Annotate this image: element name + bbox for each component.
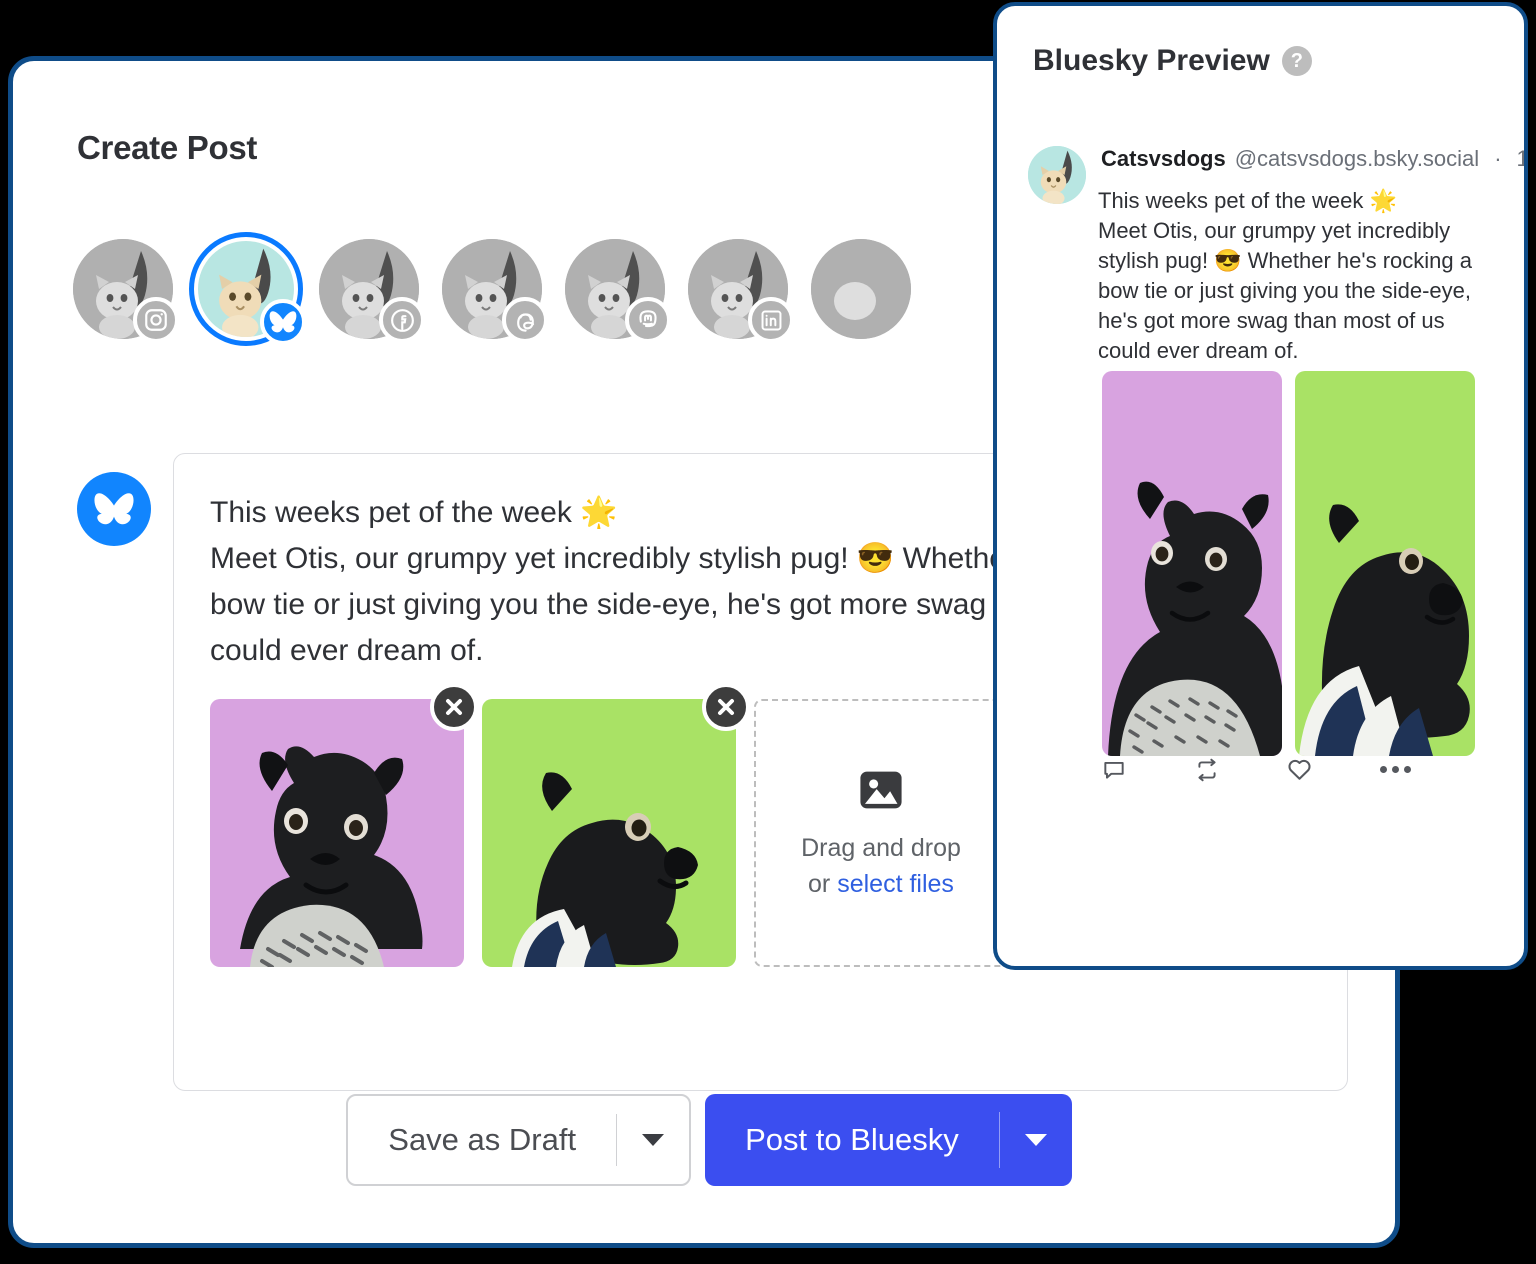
- screen: Create Post This weeks pet of the week 🌟…: [0, 0, 1536, 1264]
- help-icon[interactable]: ?: [1281, 46, 1312, 76]
- select-files-link[interactable]: select files: [837, 870, 954, 898]
- image-placeholder-icon: [860, 771, 902, 809]
- account-facebook[interactable]: [319, 239, 425, 343]
- bluesky-butterfly-icon: [260, 299, 306, 345]
- preview-media-grid: [1102, 371, 1475, 756]
- repost-icon[interactable]: [1194, 757, 1220, 783]
- chevron-down-icon: [642, 1134, 665, 1146]
- preview-title-row: Bluesky Preview ?: [1033, 44, 1312, 78]
- account-selector-row: [73, 232, 911, 346]
- cat-avatar-image: [1028, 146, 1086, 204]
- instagram-icon: [133, 297, 179, 343]
- account-mastodon[interactable]: [565, 239, 671, 343]
- threads-icon: [502, 297, 548, 343]
- chevron-down-icon: [1024, 1134, 1047, 1146]
- dropzone-text: Drag and drop or select files: [801, 830, 961, 902]
- footer-actions: Save as Draft Post to Bluesky: [13, 1094, 1395, 1186]
- pug-on-green-image: [1295, 371, 1475, 756]
- account-instagram[interactable]: [73, 239, 179, 343]
- avatar: [1028, 146, 1086, 204]
- composer-bluesky-butterfly-icon: [77, 472, 151, 546]
- account-linkedin[interactable]: [688, 239, 794, 343]
- bluesky-preview-panel: Bluesky Preview ? Catsvsdogs @catsvsdogs…: [993, 2, 1528, 970]
- facebook-icon: [379, 297, 425, 343]
- attachment-thumbnail[interactable]: [482, 683, 750, 967]
- save-as-draft-dropdown[interactable]: [617, 1096, 689, 1184]
- avatar: [811, 239, 911, 339]
- cat-avatar-image: [811, 239, 911, 339]
- attachment-list: Drag and drop or select files: [210, 683, 1008, 967]
- remove-attachment-button[interactable]: [430, 683, 478, 731]
- post-to-bluesky-button[interactable]: Post to Bluesky: [705, 1094, 1072, 1186]
- remove-attachment-button[interactable]: [702, 683, 750, 731]
- linkedin-icon: [748, 297, 794, 343]
- preview-image[interactable]: [1295, 371, 1475, 756]
- account-overflow-partial[interactable]: [811, 239, 911, 339]
- page-title: Create Post: [77, 129, 258, 166]
- handle: @catsvsdogs.bsky.social: [1234, 146, 1480, 171]
- save-as-draft-button[interactable]: Save as Draft: [346, 1094, 692, 1186]
- post-to-bluesky-label: Post to Bluesky: [745, 1122, 959, 1157]
- account-bluesky[interactable]: [189, 232, 306, 346]
- file-dropzone[interactable]: Drag and drop or select files: [754, 699, 1008, 967]
- dropzone-line2-prefix: or: [808, 870, 838, 898]
- pug-on-pink-image: [1102, 371, 1282, 756]
- timestamp-separator: ·: [1494, 146, 1502, 171]
- attachment-thumbnail[interactable]: [210, 683, 478, 967]
- preview-image[interactable]: [1102, 371, 1282, 756]
- like-icon[interactable]: [1286, 756, 1313, 783]
- post-to-bluesky-dropdown[interactable]: [1000, 1094, 1072, 1186]
- post-header: Catsvsdogs @catsvsdogs.bsky.social · 1h: [1101, 146, 1528, 172]
- pug-on-pink-image: [210, 699, 464, 967]
- reply-icon[interactable]: [1101, 757, 1127, 783]
- save-as-draft-label: Save as Draft: [388, 1122, 577, 1157]
- display-name: Catsvsdogs: [1101, 146, 1226, 171]
- dropzone-line1: Drag and drop: [801, 834, 961, 862]
- pug-on-green-image: [482, 699, 736, 967]
- preview-post-text: This weeks pet of the week 🌟 Meet Otis, …: [1098, 188, 1472, 363]
- more-icon[interactable]: [1379, 766, 1411, 773]
- post-action-bar: [1101, 756, 1411, 783]
- account-threads[interactable]: [442, 239, 548, 343]
- timestamp: 1h: [1516, 146, 1528, 171]
- preview-title: Bluesky Preview: [1033, 44, 1270, 77]
- mastodon-icon: [625, 297, 671, 343]
